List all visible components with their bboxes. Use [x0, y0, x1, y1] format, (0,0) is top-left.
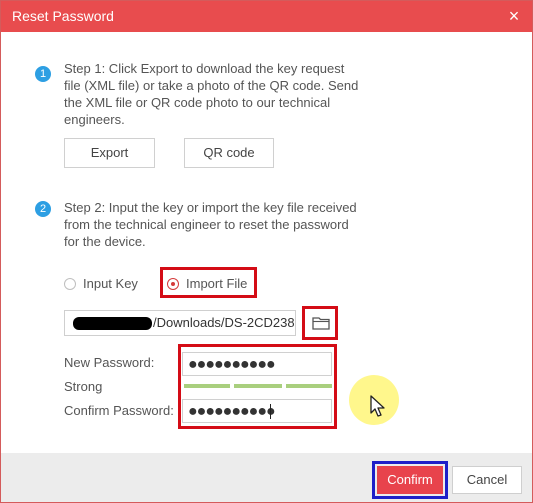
step-1-line: engineers. — [64, 112, 125, 127]
file-path-input[interactable]: /Downloads/DS-2CD238 — [64, 310, 296, 336]
highlight-box-confirm — [372, 461, 448, 499]
step-1-line: the XML file or QR code photo to our tec… — [64, 95, 331, 110]
step-1-line: file (XML file) or take a photo of the Q… — [64, 78, 359, 93]
export-button[interactable]: Export — [64, 138, 155, 168]
step-2-text: Step 2: Input the key or import the key … — [64, 199, 357, 250]
reset-password-dialog: Reset Password × 1 Step 1: Click Export … — [0, 0, 533, 503]
input-key-label: Input Key — [83, 276, 138, 291]
new-password-label: New Password: — [64, 355, 155, 370]
highlight-box-passwords — [178, 344, 337, 429]
cancel-button[interactable]: Cancel — [452, 466, 522, 494]
step-2-line: Step 2: Input the key or import the key … — [64, 200, 357, 215]
radio-input-key[interactable]: Input Key — [64, 276, 138, 291]
redacted-path-segment — [73, 317, 152, 330]
file-path-text: /Downloads/DS-2CD238 — [153, 315, 295, 330]
title-bar: Reset Password × — [1, 1, 532, 32]
mouse-pointer-icon — [370, 395, 385, 417]
confirm-password-label: Confirm Password: — [64, 403, 174, 418]
close-icon[interactable]: × — [504, 6, 524, 26]
dialog-title: Reset Password — [12, 8, 114, 24]
step-2-line: for the device. — [64, 234, 146, 249]
qr-code-button[interactable]: QR code — [184, 138, 274, 168]
step-1-line: Step 1: Click Export to download the key… — [64, 61, 345, 76]
step-1-text: Step 1: Click Export to download the key… — [64, 60, 358, 128]
highlight-box-browse — [302, 306, 338, 340]
step-2-badge: 2 — [35, 201, 51, 217]
step-1-badge: 1 — [35, 66, 51, 82]
step-2-line: from the technical engineer to reset the… — [64, 217, 349, 232]
highlight-box-import-file — [160, 267, 257, 298]
strength-label: Strong — [64, 379, 103, 394]
radio-unchecked-icon[interactable] — [64, 277, 76, 290]
